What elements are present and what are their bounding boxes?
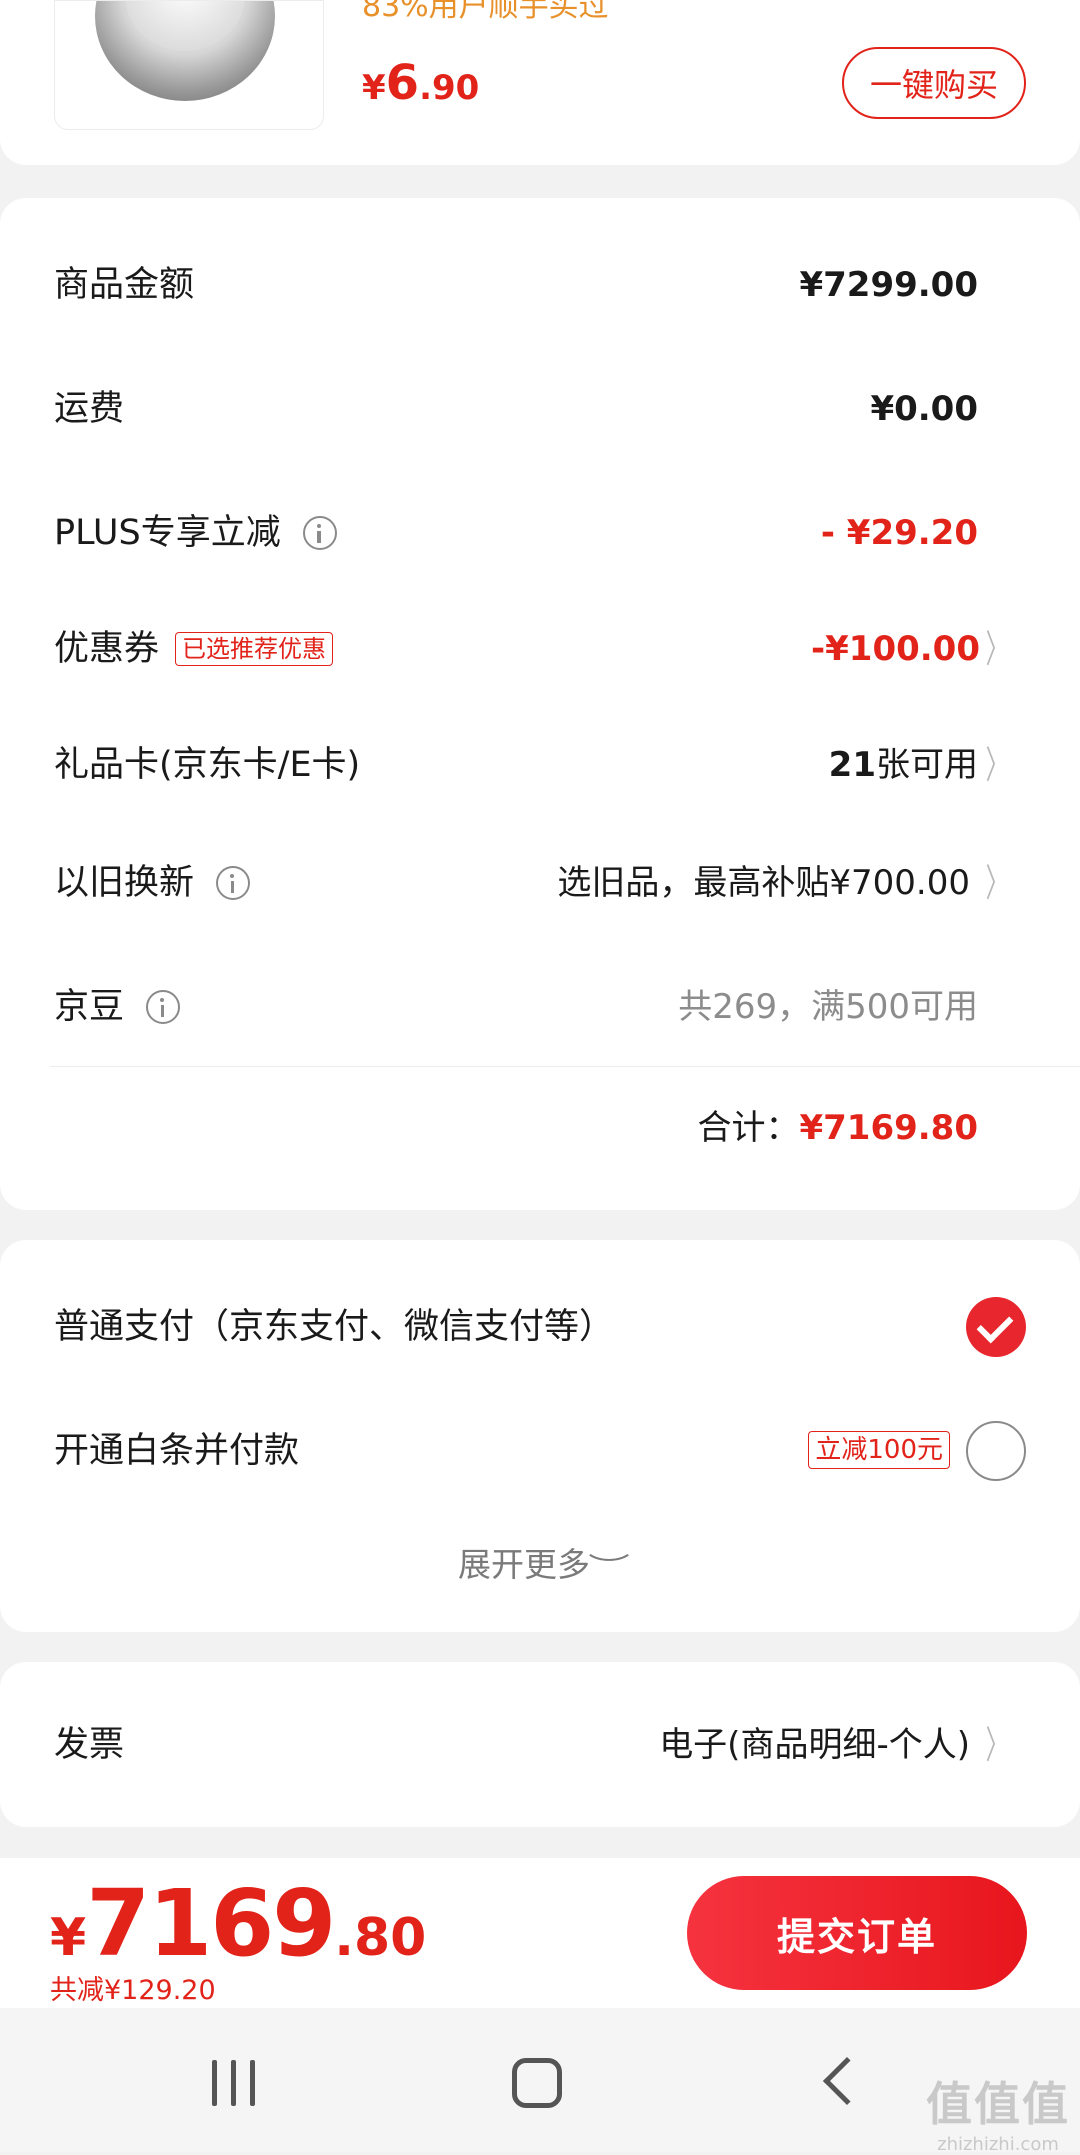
invoice-label: 发票 (54, 1725, 125, 1765)
goods-amount-value: ¥7299.00 (799, 265, 978, 305)
gift-card-row[interactable]: 礼品卡(京东卡/E卡) 21张可用 〉 (0, 720, 1080, 810)
expand-more-button[interactable]: 展开更多︶ (0, 1538, 1080, 1586)
chevron-right-icon: 〉 (985, 1723, 1009, 1767)
chevron-down-icon: ︶ (588, 1553, 630, 1583)
product-bought-hint: 83%用户顺手买过 (362, 0, 609, 20)
goods-amount-label: 商品金额 (54, 265, 195, 305)
jingdou-label: 京豆 (54, 987, 125, 1027)
product-image[interactable] (54, 0, 324, 130)
total-saved: 共减¥129.20 (50, 1975, 216, 2006)
watermark: 值值值 zhizhizhi.com (926, 2077, 1070, 2155)
chevron-right-icon: 〉 (985, 627, 1009, 671)
plus-discount-value: - ¥29.20 (820, 513, 978, 553)
final-price: ¥7169.80 (50, 1870, 427, 1977)
payment-baitiao-label: 开通白条并付款 (54, 1431, 300, 1471)
order-fees-card: 商品金额 ¥7299.00 运费 ¥0.00 PLUS专享立减 - ¥29.20… (0, 198, 1080, 1210)
back-icon[interactable] (822, 2056, 872, 2106)
coupon-row[interactable]: 优惠券 已选推荐优惠 -¥100.00 〉 (0, 604, 1080, 694)
submit-order-button[interactable]: 提交订单 (687, 1876, 1027, 1990)
total-value: ¥7169.80 (799, 1108, 978, 1148)
system-nav-bar: 值值值 zhizhizhi.com (0, 2008, 1080, 2155)
invoice-row[interactable]: 发票 电子(商品明细-个人) 〉 (0, 1700, 1080, 1790)
recommended-product-card: 83%用户顺手买过 ¥6.90 一键购买 (0, 0, 1080, 165)
info-icon[interactable] (302, 516, 337, 550)
divider (50, 1066, 1080, 1067)
gift-card-value: 21张可用 (828, 745, 978, 785)
trade-in-label: 以旧换新 (54, 863, 195, 903)
baitiao-discount-tag: 立减100元 (808, 1431, 950, 1469)
chevron-right-icon: 〉 (985, 861, 1009, 905)
recent-apps-icon[interactable] (212, 2060, 256, 2106)
jingdou-value: 共269，满500可用 (678, 987, 978, 1027)
chevron-right-icon: 〉 (985, 743, 1009, 787)
radio-checked-icon[interactable] (966, 1297, 1026, 1357)
shipping-row: 运费 ¥0.00 (0, 364, 1080, 454)
plus-discount-row: PLUS专享立减 - ¥29.20 (0, 488, 1080, 578)
radio-unchecked-icon[interactable] (966, 1421, 1026, 1481)
shipping-label: 运费 (54, 389, 125, 429)
product-price: ¥6.90 (362, 55, 480, 111)
coupon-recommended-tag: 已选推荐优惠 (175, 632, 334, 666)
shipping-value: ¥0.00 (870, 389, 978, 429)
invoice-value: 电子(商品明细-个人) (659, 1725, 970, 1765)
home-icon[interactable] (512, 2058, 562, 2108)
order-total: 合计：¥7169.80 (697, 1088, 978, 1168)
jingdou-row: 京豆 共269，满500可用 (0, 962, 1080, 1052)
plus-discount-label: PLUS专享立减 (54, 513, 281, 553)
payment-method-card: 普通支付（京东支付、微信支付等） 开通白条并付款 立减100元 展开更多︶ (0, 1240, 1080, 1632)
total-label: 合计： (697, 1108, 800, 1148)
info-icon[interactable] (146, 990, 181, 1024)
coupon-label: 优惠券 (54, 629, 160, 669)
invoice-card[interactable]: 发票 电子(商品明细-个人) 〉 (0, 1662, 1080, 1827)
payment-normal-label: 普通支付（京东支付、微信支付等） (54, 1307, 615, 1347)
checkout-bar: ¥7169.80 共减¥129.20 提交订单 (0, 1858, 1080, 2008)
info-icon[interactable] (216, 866, 251, 900)
gift-card-label: 礼品卡(京东卡/E卡) (54, 745, 361, 785)
one-click-buy-button[interactable]: 一键购买 (842, 47, 1026, 119)
payment-option-normal[interactable]: 普通支付（京东支付、微信支付等） (0, 1282, 1080, 1372)
goods-amount-row: 商品金额 ¥7299.00 (0, 240, 1080, 330)
trade-in-value: 选旧品，最高补贴¥700.00 (557, 863, 970, 903)
coupon-value: -¥100.00 (811, 629, 980, 669)
trade-in-row[interactable]: 以旧换新 选旧品，最高补贴¥700.00 〉 (0, 838, 1080, 928)
payment-option-baitiao[interactable]: 开通白条并付款 立减100元 (0, 1406, 1080, 1496)
